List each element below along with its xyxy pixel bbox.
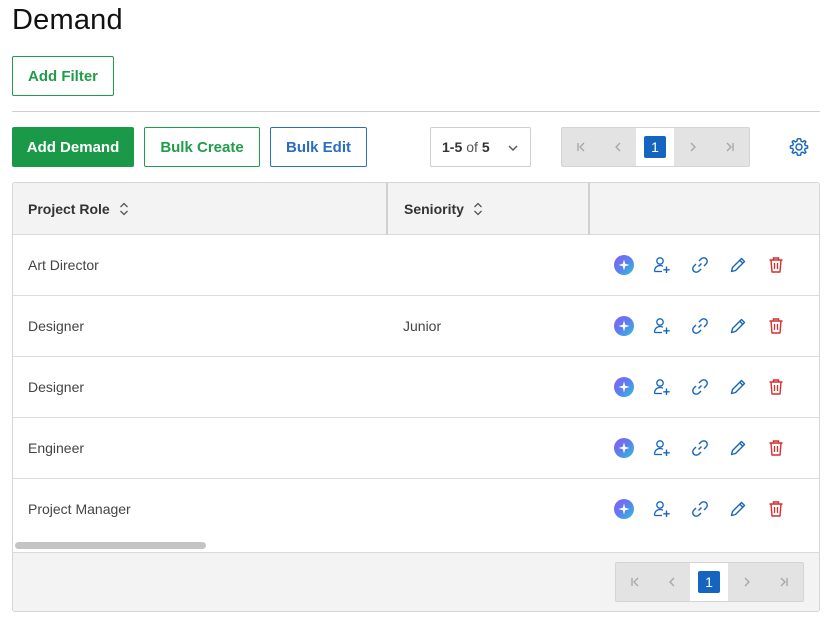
cell-project-role: Art Director: [28, 257, 99, 273]
demand-table: Project Role Seniority Art Director Desig…: [12, 182, 820, 612]
current-page[interactable]: 1: [690, 563, 728, 601]
column-label: Project Role: [28, 200, 110, 217]
first-page-icon[interactable]: [616, 563, 653, 601]
table-row[interactable]: Designer Junior: [13, 296, 819, 357]
range-of-label: of: [466, 139, 478, 155]
last-page-icon[interactable]: [765, 563, 802, 601]
next-page-icon[interactable]: [674, 128, 711, 166]
delete-trash-icon[interactable]: [765, 254, 787, 276]
table-row[interactable]: Project Manager: [13, 479, 819, 540]
assign-person-icon[interactable]: [651, 437, 673, 459]
link-icon[interactable]: [689, 315, 711, 337]
edit-pencil-icon[interactable]: [727, 437, 749, 459]
column-header-project-role[interactable]: Project Role: [28, 183, 129, 234]
range-total: 5: [481, 139, 490, 155]
delete-trash-icon[interactable]: [765, 376, 787, 398]
cell-project-role: Designer: [28, 379, 85, 395]
assign-person-icon[interactable]: [651, 254, 673, 276]
delete-trash-icon[interactable]: [765, 437, 787, 459]
assign-person-icon[interactable]: [651, 498, 673, 520]
cell-project-role: Designer: [28, 318, 85, 334]
prev-page-icon[interactable]: [653, 563, 690, 601]
link-icon[interactable]: [689, 437, 711, 459]
chevron-down-icon: [507, 141, 519, 157]
row-actions: [613, 479, 787, 539]
bulk-create-button[interactable]: Bulk Create: [144, 127, 260, 167]
ai-sparkle-icon[interactable]: [613, 376, 635, 398]
range-value: 1-5: [442, 139, 463, 155]
table-row[interactable]: Engineer: [13, 418, 819, 479]
current-page-number: 1: [698, 571, 720, 593]
cell-project-role: Engineer: [28, 440, 85, 456]
column-label: Seniority: [404, 200, 464, 217]
pagination-top: 1: [561, 127, 750, 167]
column-header-seniority[interactable]: Seniority: [404, 183, 483, 234]
row-actions: [613, 418, 787, 478]
link-icon[interactable]: [689, 254, 711, 276]
divider: [12, 111, 820, 112]
prev-page-icon[interactable]: [599, 128, 636, 166]
sort-icon[interactable]: [473, 201, 483, 217]
gear-icon[interactable]: [789, 137, 809, 157]
delete-trash-icon[interactable]: [765, 315, 787, 337]
pagination-bottom: 1: [615, 562, 804, 602]
next-page-icon[interactable]: [728, 563, 765, 601]
current-page-number: 1: [644, 136, 666, 158]
bulk-edit-button[interactable]: Bulk Edit: [270, 127, 367, 167]
assign-person-icon[interactable]: [651, 376, 673, 398]
assign-person-icon[interactable]: [651, 315, 673, 337]
ai-sparkle-icon[interactable]: [613, 437, 635, 459]
row-actions: [613, 296, 787, 356]
page-range-select[interactable]: 1-5 of 5: [430, 127, 531, 167]
sort-icon[interactable]: [119, 201, 129, 217]
cell-project-role: Project Manager: [28, 501, 131, 517]
first-page-icon[interactable]: [562, 128, 599, 166]
cell-seniority: Junior: [403, 318, 442, 334]
ai-sparkle-icon[interactable]: [613, 498, 635, 520]
current-page[interactable]: 1: [636, 128, 674, 166]
link-icon[interactable]: [689, 498, 711, 520]
edit-pencil-icon[interactable]: [727, 315, 749, 337]
link-icon[interactable]: [689, 376, 711, 398]
delete-trash-icon[interactable]: [765, 498, 787, 520]
edit-pencil-icon[interactable]: [727, 376, 749, 398]
add-filter-button[interactable]: Add Filter: [12, 56, 114, 96]
table-row[interactable]: Designer: [13, 357, 819, 418]
horizontal-scrollbar[interactable]: [13, 539, 819, 553]
page-title: Demand: [12, 4, 123, 36]
row-actions: [613, 357, 787, 417]
table-row[interactable]: Art Director: [13, 235, 819, 296]
row-actions: [613, 235, 787, 295]
last-page-icon[interactable]: [711, 128, 748, 166]
table-header: Project Role Seniority: [13, 183, 819, 235]
scrollbar-thumb[interactable]: [15, 542, 206, 549]
ai-sparkle-icon[interactable]: [613, 315, 635, 337]
edit-pencil-icon[interactable]: [727, 254, 749, 276]
edit-pencil-icon[interactable]: [727, 498, 749, 520]
ai-sparkle-icon[interactable]: [613, 254, 635, 276]
add-demand-button[interactable]: Add Demand: [12, 127, 134, 167]
